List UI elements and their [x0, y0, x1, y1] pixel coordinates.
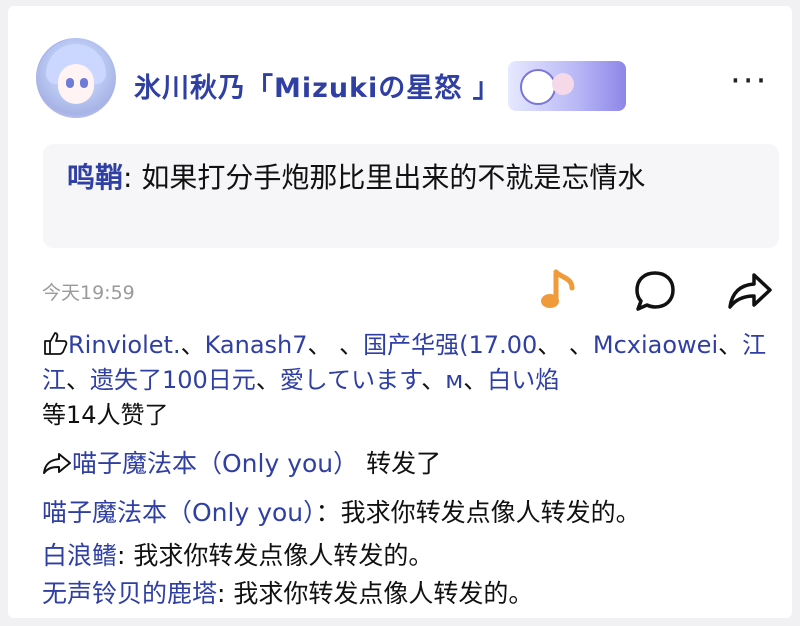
- quoted-comment-separator: :: [123, 161, 142, 194]
- badge-decoration-icon: [552, 73, 574, 95]
- liker-name[interactable]: 愛しています: [280, 366, 421, 394]
- more-options-icon[interactable]: ···: [730, 64, 768, 98]
- comment-separator: :: [117, 541, 134, 570]
- liker-name[interactable]: 白い焰: [487, 366, 559, 394]
- avatar-eye: [66, 78, 74, 88]
- share-icon[interactable]: [726, 269, 774, 313]
- likes-separator: 、: [180, 331, 205, 359]
- avatar-face: [58, 64, 94, 104]
- comment-user[interactable]: 白浪鳍: [42, 541, 117, 570]
- likes-separator: 、 、: [307, 331, 364, 359]
- comment-icon[interactable]: [633, 269, 677, 313]
- likes-separator: 、 、: [537, 331, 593, 359]
- quoted-comment-body: 如果打分手炮那比里出来的不就是忘情水: [141, 161, 646, 194]
- liker-name[interactable]: 100日元: [162, 366, 256, 394]
- likes-list: Rinviolet.、Kanash7、 、国产华强(17.00、 、Mcxiao…: [42, 328, 782, 433]
- quoted-comment-text: 鸣鞘: 如果打分手炮那比里出来的不就是忘情水: [67, 158, 757, 198]
- likes-summary[interactable]: 等14人赞了: [42, 401, 169, 429]
- fan-badge[interactable]: [508, 61, 626, 111]
- comment-row[interactable]: 无声铃贝的鹿塔: 我求你转发点像人转发的。: [42, 576, 533, 611]
- quoted-comment[interactable]: 鸣鞘: 如果打分手炮那比里出来的不就是忘情水: [43, 144, 779, 248]
- comment-text: 我求你转发点像人转发的。: [133, 541, 434, 570]
- likes-separator: 、: [718, 331, 743, 359]
- liker-name[interactable]: Kanash7: [205, 331, 308, 359]
- repost-action: 转发了: [366, 449, 442, 478]
- comment-user[interactable]: 无声铃贝的鹿塔: [42, 579, 217, 608]
- thumb-up-icon: [44, 332, 68, 355]
- likes-separator: 、: [421, 366, 446, 394]
- music-note-icon[interactable]: [538, 268, 578, 312]
- repost-user[interactable]: 喵子魔法本（Only you）: [72, 449, 358, 478]
- liker-name[interactable]: 国产华强: [363, 331, 459, 359]
- comment-user[interactable]: 喵子魔法本（Only you）: [42, 498, 316, 527]
- post-card: 氷川秋乃「Mizukiの星怒 」 ··· 鸣鞘: 如果打分手炮那比里出来的不就是…: [8, 6, 792, 618]
- likes-separator: 、: [255, 366, 280, 394]
- repost-line: 喵子魔法本（Only you） 转发了: [42, 446, 441, 481]
- liker-name[interactable]: Rinviolet.: [68, 331, 181, 359]
- avatar-eye: [80, 78, 88, 88]
- badge-mascot-icon: [520, 69, 556, 105]
- liker-name[interactable]: ᴍ: [445, 366, 463, 394]
- comment-row[interactable]: 白浪鳍: 我求你转发点像人转发的。: [42, 538, 433, 573]
- avatar[interactable]: [36, 38, 116, 118]
- liker-name[interactable]: (17.00: [459, 331, 537, 359]
- post-timestamp: 今天19:59: [42, 282, 135, 304]
- likes-separator: 、: [463, 366, 488, 394]
- comment-separator: :: [217, 579, 234, 608]
- comment-text: 我求你转发点像人转发的。: [233, 579, 534, 608]
- likes-separator: 、: [66, 366, 90, 394]
- username[interactable]: 氷川秋乃「Mizukiの星怒 」: [134, 66, 501, 105]
- liker-name[interactable]: Mcxiaowei: [593, 331, 718, 359]
- comment-row[interactable]: 喵子魔法本（Only you）：我求你转发点像人转发的。: [42, 495, 641, 530]
- comment-text: 我求你转发点像人转发的。: [340, 498, 641, 527]
- comment-separator: ：: [315, 498, 341, 527]
- liker-name[interactable]: 遗失了: [90, 366, 162, 394]
- repost-icon: [43, 453, 71, 474]
- quoted-comment-author[interactable]: 鸣鞘: [67, 161, 123, 194]
